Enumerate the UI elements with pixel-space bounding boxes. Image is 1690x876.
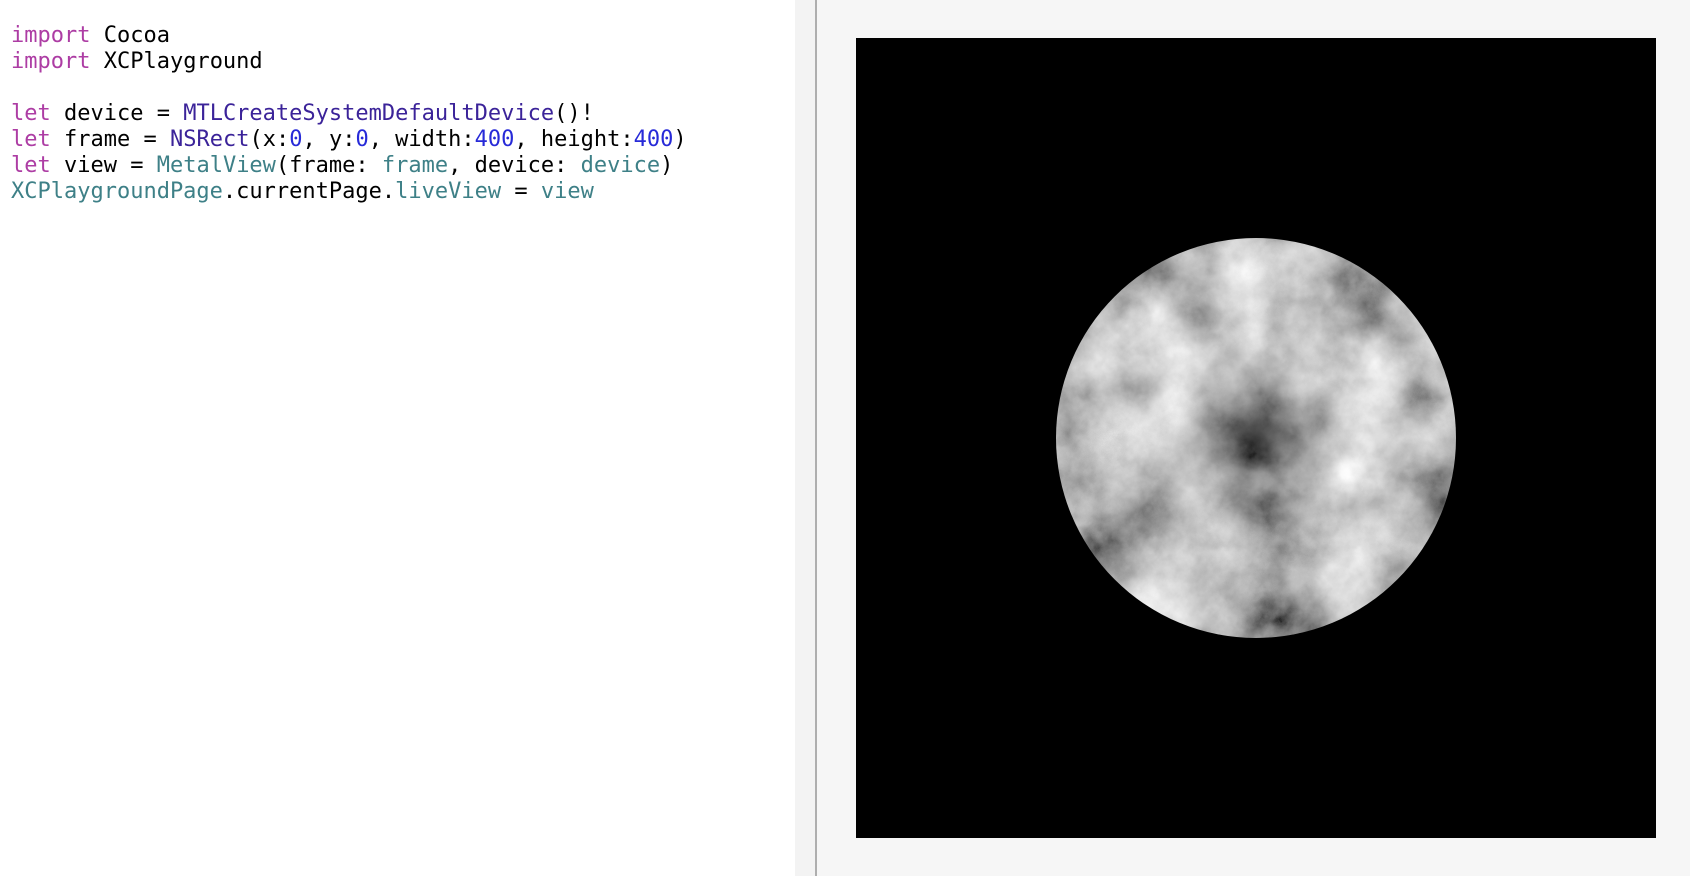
code-token-num: 400 (474, 127, 515, 152)
code-token-plain: , height: (514, 127, 634, 152)
code-token-plain: , width: (368, 127, 475, 152)
code-token-fn: MTLCreateSystemDefaultDevice (183, 101, 555, 126)
code-token-kw: import (11, 49, 91, 74)
code-token-plain: ) (673, 127, 687, 152)
metal-live-view (856, 38, 1656, 838)
xcode-playground-window: import Cocoa import XCPlayground let devi… (0, 0, 1690, 876)
source-editor[interactable]: import Cocoa import XCPlayground let devi… (0, 0, 795, 876)
code-token-plain: frame = (50, 127, 170, 152)
code-token-kw: import (11, 23, 91, 48)
code-token-kw: let (11, 153, 51, 178)
code-token-plain: .currentPage. (222, 179, 396, 204)
code-token-plain: XCPlayground (90, 49, 263, 74)
sphere (1056, 238, 1456, 638)
code-token-num: 0 (289, 127, 303, 152)
code-token-plain: device = (50, 101, 184, 126)
code-line[interactable]: import XCPlayground (11, 49, 687, 75)
code-token-plain: , device: (448, 153, 581, 178)
code-line[interactable]: let frame = NSRect(x:0, y:0, width:400, … (11, 127, 687, 153)
code-token-plain: = (501, 179, 541, 204)
code-token-plain: (frame: (275, 153, 382, 178)
code-token-plain: ) (660, 153, 674, 178)
code-token-var: liveView (395, 179, 502, 204)
code-token-var: frame (381, 153, 449, 178)
code-text[interactable]: import Cocoa import XCPlayground let devi… (11, 23, 687, 205)
code-token-num: 0 (355, 127, 369, 152)
code-token-plain: view = (50, 153, 157, 178)
code-line[interactable] (11, 75, 687, 101)
code-token-plain: , y: (302, 127, 356, 152)
code-token-plain: (x: (249, 127, 290, 152)
code-token-plain: ()! (554, 101, 594, 126)
code-line[interactable]: let device = MTLCreateSystemDefaultDevic… (11, 101, 687, 127)
code-line[interactable]: let view = MetalView(frame: frame, devic… (11, 153, 687, 179)
code-token-num: 400 (633, 127, 674, 152)
editor-gutter (795, 0, 815, 876)
code-token-type: NSRect (169, 127, 250, 152)
code-token-var: view (540, 179, 594, 204)
code-line[interactable]: XCPlaygroundPage.currentPage.liveView = … (11, 179, 687, 205)
code-token-var: MetalView (156, 153, 276, 178)
code-token-kw: let (11, 101, 51, 126)
code-token-kw: let (11, 127, 51, 152)
code-token-var: device (580, 153, 661, 178)
code-line[interactable]: import Cocoa (11, 23, 687, 49)
code-token-plain: Cocoa (90, 23, 170, 48)
code-token-var: XCPlaygroundPage (11, 179, 223, 204)
noise-sphere-render (856, 38, 1656, 838)
